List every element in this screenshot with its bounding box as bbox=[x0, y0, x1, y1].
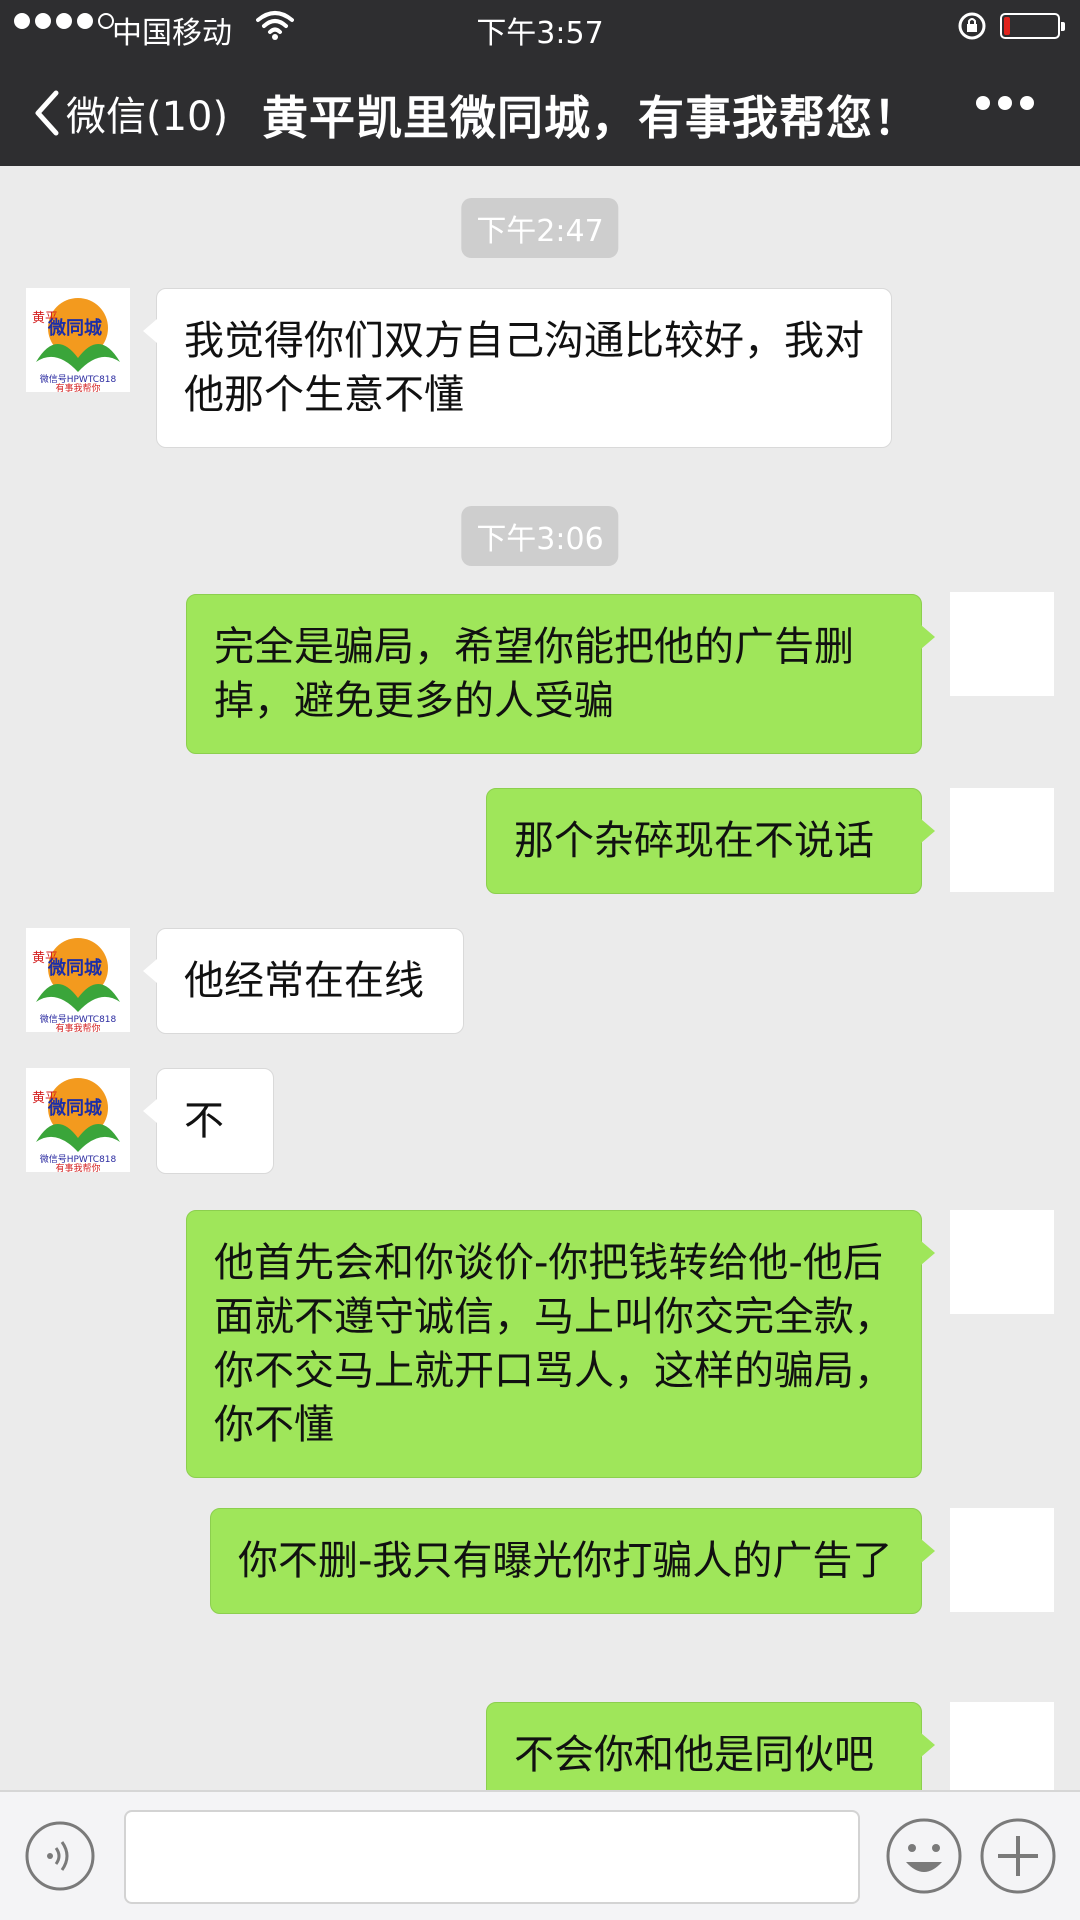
more-dot-icon bbox=[976, 96, 990, 110]
incoming-message-bubble[interactable]: 不 bbox=[143, 1068, 274, 1174]
my-avatar[interactable] bbox=[950, 1702, 1054, 1790]
my-avatar[interactable] bbox=[950, 1210, 1054, 1314]
message-input-bar bbox=[0, 1790, 1080, 1920]
more-button[interactable] bbox=[976, 96, 1034, 110]
rotation-lock-icon bbox=[958, 12, 986, 40]
message-timestamp: 下午3:06 bbox=[461, 506, 619, 566]
more-dot-icon bbox=[998, 96, 1012, 110]
outgoing-message-bubble[interactable]: 他首先会和你谈价-你把钱转给他-他后面就不遵守诚信，马上叫你交完全款，你不交马上… bbox=[186, 1210, 935, 1478]
contact-avatar[interactable]: 黄平 微同城 微信号HPWTC818 有事我帮你 bbox=[26, 288, 130, 392]
svg-text:微同城: 微同城 bbox=[47, 1097, 102, 1119]
chat-header: 微信(10) 黄平凯里微同城，有事我帮您！ bbox=[0, 52, 1080, 166]
emoji-icon[interactable] bbox=[884, 1816, 964, 1896]
more-dot-icon bbox=[1020, 96, 1034, 110]
svg-text:微同城: 微同城 bbox=[47, 957, 102, 979]
svg-text:有事我帮你: 有事我帮你 bbox=[55, 1162, 100, 1172]
outgoing-message-bubble[interactable]: 不会你和他是同伙吧 bbox=[486, 1702, 935, 1790]
chevron-left-icon bbox=[35, 90, 59, 136]
outgoing-message-bubble[interactable]: 完全是骗局，希望你能把他的广告删掉，避免更多的人受骗 bbox=[186, 594, 935, 754]
back-button[interactable]: 微信(10) bbox=[34, 84, 228, 142]
plus-icon[interactable] bbox=[978, 1816, 1058, 1896]
my-avatar[interactable] bbox=[950, 788, 1054, 892]
message-list[interactable]: 下午2:47 黄平 微同城 微信号HPWTC818 有事我帮你 我觉得你们双方自… bbox=[0, 166, 1080, 1790]
svg-text:微同城: 微同城 bbox=[47, 317, 102, 339]
battery-icon bbox=[1000, 13, 1065, 39]
contact-avatar[interactable]: 黄平 微同城 微信号HPWTC818 有事我帮你 bbox=[26, 928, 130, 1032]
incoming-message-bubble[interactable]: 我觉得你们双方自己沟通比较好，我对他那个生意不懂 bbox=[143, 288, 892, 448]
message-timestamp: 下午2:47 bbox=[461, 198, 619, 258]
chat-title: 黄平凯里微同城，有事我帮您！ bbox=[262, 91, 920, 145]
contact-avatar[interactable]: 黄平 微同城 微信号HPWTC818 有事我帮你 bbox=[26, 1068, 130, 1172]
my-avatar[interactable] bbox=[950, 1508, 1054, 1612]
message-input[interactable] bbox=[124, 1810, 860, 1904]
battery-level bbox=[1004, 17, 1010, 35]
back-label: 微信(10) bbox=[66, 94, 229, 140]
outgoing-message-bubble[interactable]: 你不删-我只有曝光你打骗人的广告了 bbox=[210, 1508, 935, 1614]
svg-text:有事我帮你: 有事我帮你 bbox=[55, 1022, 100, 1032]
status-bar: 中国移动 下午3:57 bbox=[0, 0, 1080, 52]
signal-strength-icon bbox=[14, 13, 114, 29]
my-avatar[interactable] bbox=[950, 592, 1054, 696]
wifi-icon bbox=[256, 11, 294, 40]
voice-icon[interactable] bbox=[24, 1820, 96, 1892]
incoming-message-bubble[interactable]: 他经常在在线 bbox=[143, 928, 464, 1034]
svg-text:有事我帮你: 有事我帮你 bbox=[55, 382, 100, 392]
outgoing-message-bubble[interactable]: 那个杂碎现在不说话 bbox=[486, 788, 935, 894]
carrier-name: 中国移动 bbox=[112, 16, 232, 51]
